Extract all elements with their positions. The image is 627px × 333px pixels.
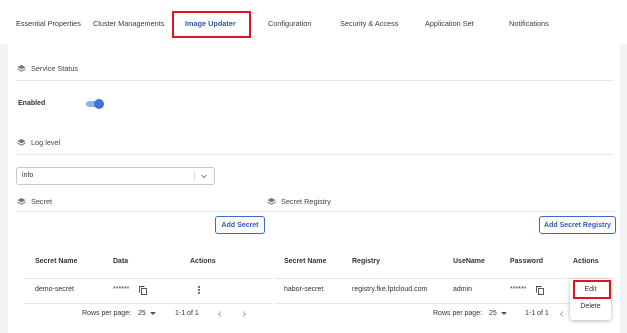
rows-per-page-select[interactable]: 25 (489, 310, 507, 317)
copy-icon[interactable] (536, 286, 544, 295)
toggle-knob (94, 99, 104, 109)
secret-registry-title: Secret Registry (281, 197, 331, 206)
secret-registry-header: Secret Registry (267, 197, 331, 206)
more-actions-icon[interactable] (196, 285, 202, 297)
prev-page-icon[interactable] (216, 310, 224, 318)
registry-col-name: Secret Name (284, 258, 327, 265)
service-status-header: Service Status (17, 64, 78, 73)
add-secret-button[interactable]: Add Secret (215, 216, 265, 234)
caret-down-icon (149, 311, 156, 315)
rows-per-page-label: Rows per page: (433, 310, 483, 317)
table-row-divider (24, 303, 272, 304)
prev-page-icon[interactable] (558, 310, 566, 318)
divider (267, 211, 616, 212)
log-level-select[interactable]: info (16, 167, 215, 185)
edit-highlight (573, 280, 611, 299)
divider (16, 154, 614, 155)
tab-application-set[interactable]: Application Set (425, 19, 474, 28)
layers-icon (17, 64, 26, 72)
registry-col-password: Password (510, 258, 544, 265)
tab-configuration[interactable]: Configuration (268, 19, 311, 28)
registry-row-registry: registry.fke.fptcloud.com (352, 286, 428, 293)
pagination-range: 1-1 of 1 (525, 310, 549, 317)
table-header-divider (274, 278, 614, 279)
tab-cluster-managements[interactable]: Cluster Managements (93, 19, 164, 28)
secret-row-name: demo-secret (35, 286, 74, 293)
layers-icon (17, 138, 26, 146)
layers-icon (267, 197, 276, 205)
secret-title: Secret (31, 197, 53, 206)
add-secret-registry-button[interactable]: Add Secret Registry (539, 216, 616, 234)
table-header-divider (24, 278, 272, 279)
log-level-value: info (22, 172, 34, 179)
rows-per-page-label: Rows per page: (82, 310, 132, 317)
registry-col-username: UseName (453, 258, 485, 265)
divider (16, 211, 265, 212)
registry-col-actions: Actions (573, 258, 599, 265)
secret-row-data: ****** (113, 286, 130, 293)
chevron-down-icon (201, 174, 207, 179)
registry-col-registry: Registry (352, 258, 381, 265)
log-level-header: Log level (17, 138, 60, 147)
registry-row-username: admin (453, 286, 473, 293)
delete-menu-item[interactable]: Delete (570, 303, 611, 310)
tab-notifications[interactable]: Notifications (509, 19, 549, 28)
divider (16, 80, 614, 81)
tab-bar: Essential Properties Cluster Managements… (0, 0, 627, 44)
secret-col-name: Secret Name (35, 258, 78, 265)
enabled-label: Enabled (18, 100, 46, 107)
service-enabled-toggle[interactable] (86, 99, 104, 109)
tab-security-access[interactable]: Security & Access (340, 19, 398, 28)
rows-per-page-value: 25 (489, 310, 497, 317)
caret-down-icon (500, 311, 507, 315)
rows-per-page-select[interactable]: 25 (138, 310, 156, 317)
select-separator (194, 171, 195, 181)
copy-icon[interactable] (139, 286, 147, 295)
table-row-divider (274, 303, 570, 304)
registry-row-name: habor-secret (284, 286, 324, 293)
layers-icon (17, 197, 26, 205)
pagination-range: 1-1 of 1 (175, 310, 199, 317)
secret-col-actions: Actions (190, 258, 216, 265)
rows-per-page-value: 25 (138, 310, 146, 317)
registry-row-password: ****** (510, 286, 527, 293)
log-level-title: Log level (31, 138, 61, 147)
next-page-icon[interactable] (240, 310, 248, 318)
service-status-title: Service Status (31, 64, 79, 73)
secret-header: Secret (17, 197, 52, 206)
tab-essential-properties[interactable]: Essential Properties (16, 19, 81, 28)
secret-col-data: Data (113, 258, 129, 265)
active-tab-highlight (172, 11, 251, 38)
